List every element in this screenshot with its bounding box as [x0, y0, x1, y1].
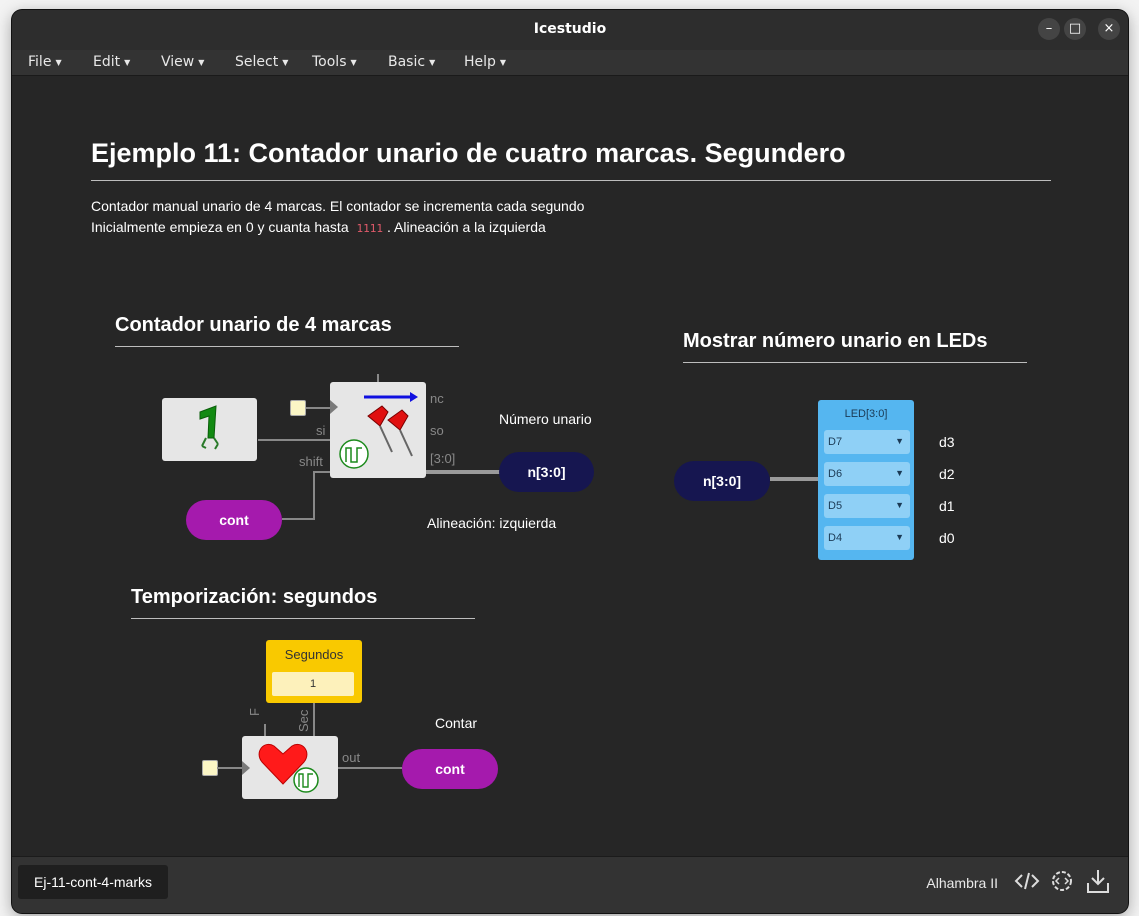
led-output-d3: d3: [939, 434, 955, 450]
output-label-contar: Contar: [435, 715, 478, 731]
port-shift-label: shift: [299, 454, 323, 469]
seconds-value-field[interactable]: 1: [272, 672, 354, 696]
timer-clock-input-port[interactable]: [202, 760, 218, 776]
menu-tools[interactable]: Tools ▼: [312, 54, 357, 70]
section-timing-divider: [131, 618, 475, 619]
menu-bar: File ▼ Edit ▼ View ▼ Select ▼ Tools ▼ Basic ▼ …: [12, 50, 1128, 76]
menu-help[interactable]: Help ▼: [464, 54, 506, 70]
download-icon[interactable]: [1084, 867, 1112, 897]
chevron-down-icon: ▼: [895, 532, 904, 542]
seconds-constant-title: Segundos: [284, 647, 344, 662]
led-pin-select-d6[interactable]: D6 ▼: [824, 462, 910, 486]
gear-code-icon[interactable]: [1048, 867, 1076, 895]
shift-register-block[interactable]: [330, 382, 426, 478]
app-window: Icestudio – □ × File ▼ Edit ▼ View ▼ Select…: [12, 10, 1128, 913]
board-selector[interactable]: Alhambra II: [926, 875, 998, 891]
wire-timer-out[interactable]: [338, 767, 402, 769]
output-pill-n[interactable]: n[3:0]: [499, 452, 594, 492]
shift-register-icon: [339, 392, 418, 469]
minimize-icon[interactable]: –: [1038, 18, 1060, 40]
wire-timer-clk[interactable]: [217, 767, 242, 769]
input-pill-n[interactable]: n[3:0]: [674, 461, 770, 501]
led-pin-select-d7[interactable]: D7 ▼: [824, 430, 910, 454]
wire-bus-out[interactable]: [426, 470, 500, 474]
design-canvas[interactable]: Ejemplo 11: Contador unario de cuatro ma…: [12, 76, 1128, 856]
window-title: Icestudio: [533, 21, 607, 37]
wire-cont-shift-v[interactable]: [313, 471, 315, 520]
wire-sec[interactable]: [313, 703, 315, 737]
wire-clk[interactable]: [305, 407, 330, 409]
wire-cont-shift-h[interactable]: [282, 518, 314, 520]
output-label-numero: Número unario: [499, 411, 592, 427]
code-snippet: 1111: [356, 222, 384, 235]
port-so-label: so: [430, 423, 444, 438]
wire-si[interactable]: [258, 439, 330, 441]
file-tab[interactable]: Ej-11-cont-4-marks: [18, 865, 168, 899]
code-icon[interactable]: [1013, 867, 1041, 895]
maximize-icon[interactable]: □: [1064, 18, 1086, 40]
description-line-2: Inicialmente empieza en 0 y cuanta hasta…: [91, 219, 546, 235]
section-leds-divider: [683, 362, 1027, 363]
constant-one-block[interactable]: [162, 398, 257, 461]
led-block[interactable]: LED[3:0] D7 ▼ D6 ▼ D5 ▼ D4 ▼: [818, 400, 914, 560]
chevron-down-icon: ▼: [895, 436, 904, 446]
port-bus-label: [3:0]: [430, 451, 456, 466]
clock-input-port[interactable]: [290, 400, 306, 416]
title-bar: Icestudio – □ ×: [12, 10, 1128, 50]
status-bar: Ej-11-cont-4-marks Alhambra II: [12, 856, 1128, 913]
port-out-label: out: [342, 750, 361, 765]
led-output-d0: d0: [939, 530, 955, 546]
menu-edit[interactable]: Edit ▼: [93, 54, 130, 70]
section-counter-divider: [115, 346, 459, 347]
led-output-d1: d1: [939, 498, 955, 514]
port-si-label: si: [316, 423, 326, 438]
green-one-icon: [199, 405, 219, 450]
section-counter-title: Contador unario de 4 marcas: [115, 314, 392, 336]
led-output-d2: d2: [939, 466, 955, 482]
wire-shift[interactable]: [313, 471, 331, 473]
section-timing-title: Temporización: segundos: [131, 586, 378, 608]
menu-view[interactable]: View ▼: [161, 54, 204, 70]
title-divider: [91, 180, 1051, 181]
port-f-label: F: [247, 708, 262, 716]
page-title: Ejemplo 11: Contador unario de cuatro ma…: [91, 138, 846, 168]
wire-leds-bus[interactable]: [770, 477, 818, 481]
menu-file[interactable]: File ▼: [28, 54, 62, 70]
cont-output-pill[interactable]: cont: [402, 749, 498, 789]
port-nc-label: nc: [430, 391, 444, 406]
port-sec-label: Sec: [296, 709, 311, 732]
description-line-1: Contador manual unario de 4 marcas. El c…: [91, 198, 585, 214]
timer-block[interactable]: [242, 736, 338, 799]
led-pin-select-d4[interactable]: D4 ▼: [824, 526, 910, 550]
close-icon[interactable]: ×: [1098, 18, 1120, 40]
menu-basic[interactable]: Basic ▼: [388, 54, 435, 70]
section-leds-title: Mostrar número unario en LEDs: [683, 330, 988, 352]
menu-select[interactable]: Select ▼: [235, 54, 288, 70]
led-block-title: LED[3:0]: [844, 408, 888, 420]
chevron-down-icon: ▼: [895, 500, 904, 510]
heart-icon: [258, 744, 319, 793]
alignment-label: Alineación: izquierda: [427, 515, 557, 531]
wire-f-stub: [264, 724, 266, 736]
description: Contador manual unario de 4 marcas. El c…: [91, 196, 584, 239]
cont-input-pill[interactable]: cont: [186, 500, 282, 540]
seconds-constant-block[interactable]: Segundos 1: [266, 640, 362, 703]
led-pin-select-d5[interactable]: D5 ▼: [824, 494, 910, 518]
chevron-down-icon: ▼: [895, 468, 904, 478]
